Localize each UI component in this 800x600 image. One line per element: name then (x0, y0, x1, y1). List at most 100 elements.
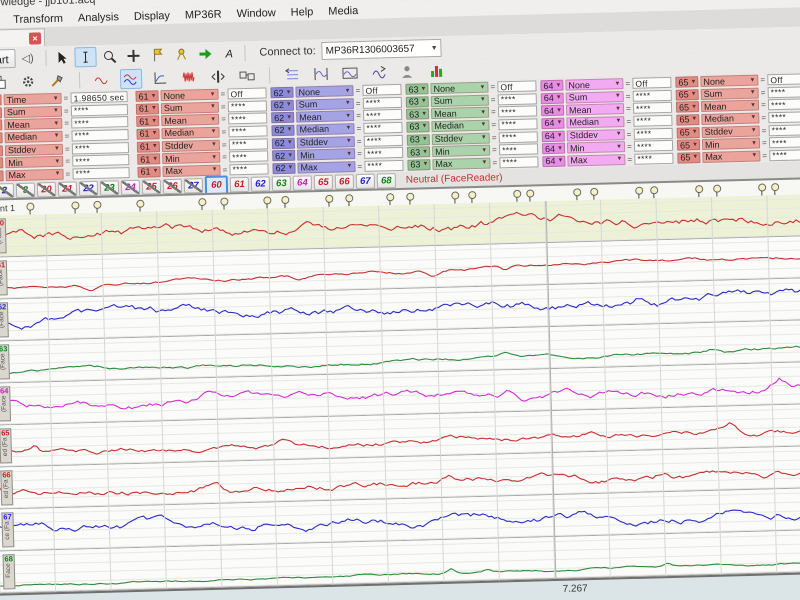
text-annotation-tool[interactable]: A (218, 43, 241, 64)
measurement-type-dropdown[interactable]: Sum▼ (566, 91, 624, 104)
device-combobox[interactable]: MP36R1306003657 ▼ (321, 39, 441, 60)
channel-select-ch61[interactable]: 61▼ (137, 166, 160, 178)
close-tab-icon[interactable]: × (29, 32, 41, 44)
channel-select-ch64[interactable]: 64▼ (541, 105, 564, 117)
channel-button-66[interactable]: 66 (335, 174, 354, 189)
measurement-type-dropdown[interactable]: Sum▼ (296, 98, 354, 111)
measurement-type-dropdown[interactable]: Max▼ (702, 150, 760, 163)
measurement-type-dropdown[interactable]: Median▼ (161, 127, 219, 140)
measurement-type-dropdown[interactable]: Sum▼ (701, 87, 759, 100)
cycle-wave-button[interactable] (368, 62, 391, 83)
channel-select-ch63[interactable]: 63▼ (407, 134, 430, 146)
channel-select-ch61[interactable]: 61▼ (136, 128, 159, 140)
measurement-type-dropdown[interactable]: Median▼ (431, 120, 489, 133)
channel-select-ch61[interactable]: 61▼ (135, 90, 158, 102)
channel-select-ch63[interactable]: 63▼ (407, 146, 430, 158)
channel-tab-63[interactable]: 63(Face (0, 344, 10, 379)
measurement-type-dropdown[interactable]: Max▼ (297, 161, 355, 174)
measurement-type-dropdown[interactable]: Stddev▼ (432, 132, 490, 145)
channel-tab-65[interactable]: 65ed (Fa (0, 428, 12, 463)
channel-button-67[interactable]: 67 (356, 173, 375, 188)
measurement-type-dropdown[interactable]: Sum▼ (431, 94, 489, 107)
channel-button-64[interactable]: 64 (293, 175, 312, 190)
measurement-type-dropdown[interactable]: Min▼ (162, 152, 220, 165)
ibeam-selection-tool[interactable] (74, 47, 97, 68)
channel-select-ch63[interactable]: 63▼ (406, 121, 429, 133)
channel-select-ch65[interactable]: 65▼ (677, 152, 700, 164)
channel-select-ch62[interactable]: 62▼ (271, 99, 294, 111)
channel-select-ch63[interactable]: 63▼ (407, 159, 430, 171)
measurement-type-dropdown[interactable]: Stddev▼ (567, 129, 625, 142)
channel-button-22-hidden[interactable]: 22 (79, 180, 98, 195)
compressed-waves-button[interactable] (178, 67, 201, 88)
measurement-type-dropdown[interactable]: Mean▼ (701, 100, 759, 113)
channel-button-63[interactable]: 63 (272, 175, 291, 190)
measurement-type-dropdown[interactable]: Median▼ (4, 131, 62, 144)
channel-select-ch65[interactable]: 65▼ (677, 139, 700, 151)
channel-select-ch65[interactable]: 65▼ (677, 127, 700, 139)
measurement-type-dropdown[interactable]: Median▼ (296, 123, 354, 136)
measurement-type-dropdown[interactable]: None▼ (160, 89, 218, 102)
measurement-type-dropdown[interactable]: None▼ (700, 75, 758, 88)
measurement-type-dropdown[interactable]: Mean▼ (566, 103, 624, 116)
select-arrow-tool[interactable] (50, 47, 73, 68)
tile-plots-button[interactable] (236, 66, 259, 87)
measurement-type-dropdown[interactable]: Mean▼ (161, 114, 219, 127)
statistics-button[interactable] (426, 61, 449, 82)
menu-analysis[interactable]: Analysis (78, 11, 119, 24)
channel-select-ch63[interactable]: 63▼ (406, 108, 429, 120)
overlap-waves-button[interactable] (120, 69, 143, 90)
measurement-type-dropdown[interactable]: Min▼ (297, 148, 355, 161)
channel-select-ch65[interactable]: 65▼ (676, 89, 699, 101)
channel-select-ch64[interactable]: 64▼ (541, 118, 564, 130)
measurement-type-dropdown[interactable]: Stddev▼ (297, 136, 355, 149)
tools-button[interactable] (46, 71, 69, 92)
measurement-type-dropdown[interactable]: None▼ (430, 82, 488, 95)
channel-tab-67[interactable]: 67ce (Fa (1, 512, 14, 547)
journal-button[interactable] (397, 61, 420, 82)
measurement-type-dropdown[interactable]: Time▼ (3, 93, 61, 106)
channel-select-ch64[interactable]: 64▼ (541, 92, 564, 104)
channel-select-ch64[interactable]: 64▼ (542, 156, 565, 168)
start-acquisition-button[interactable]: Start (0, 49, 16, 70)
channel-select-ch62[interactable]: 62▼ (272, 137, 295, 149)
measurement-type-dropdown[interactable]: Max▼ (432, 158, 490, 171)
channel-tab-62[interactable]: 62(Face (0, 302, 9, 337)
channel-button-61[interactable]: 61 (230, 176, 249, 191)
channel-tab-68[interactable]: 68Face (3, 554, 16, 589)
menu-transform[interactable]: Transform (13, 12, 63, 25)
measurement-type-dropdown[interactable]: Max▼ (567, 154, 625, 167)
menu-mp36r[interactable]: MP36R (185, 8, 222, 21)
channel-select-ch62[interactable]: 62▼ (270, 87, 293, 99)
measurement-type-dropdown[interactable]: Median▼ (566, 116, 624, 129)
zoom-magnifier-tool[interactable] (98, 46, 121, 67)
channel-button-3-hidden[interactable]: 3 (16, 182, 35, 197)
measurement-type-dropdown[interactable]: Max▼ (5, 169, 63, 182)
channel-select-ch65[interactable]: 65▼ (676, 101, 699, 113)
fit-waveform-button[interactable] (339, 63, 362, 84)
channel-button-26-hidden[interactable]: 26 (163, 178, 182, 193)
measurement-type-dropdown[interactable]: Stddev▼ (702, 125, 760, 138)
play-arrow-tool[interactable] (194, 44, 217, 65)
channel-tab-66[interactable]: 66ed (Fa (0, 470, 13, 505)
channel-select-ch60[interactable]: 60▼ (0, 158, 3, 170)
channel-button-65[interactable]: 65 (314, 174, 333, 189)
pin-event-tool[interactable] (170, 44, 193, 65)
measurement-type-dropdown[interactable]: Median▼ (701, 113, 759, 126)
channel-select-ch65[interactable]: 65▼ (676, 114, 699, 126)
measurement-type-dropdown[interactable]: None▼ (295, 85, 353, 98)
channel-tab-64[interactable]: 64(Face (0, 386, 11, 421)
preferences-button[interactable] (17, 71, 40, 92)
measurement-type-dropdown[interactable]: Min▼ (567, 141, 625, 154)
channel-select-ch61[interactable]: 61▼ (137, 141, 160, 153)
channel-button-25-hidden[interactable]: 25 (142, 179, 161, 194)
channel-select-ch61[interactable]: 61▼ (136, 116, 159, 128)
channel-select-ch62[interactable]: 62▼ (271, 112, 294, 124)
autoscale-waveforms-button[interactable] (310, 64, 333, 85)
measurement-type-dropdown[interactable]: Mean▼ (4, 118, 62, 131)
menu-help[interactable]: Help (291, 6, 314, 19)
measurement-type-dropdown[interactable]: Min▼ (702, 138, 760, 151)
channel-select-ch64[interactable]: 64▼ (542, 130, 565, 142)
channel-button-68[interactable]: 68 (377, 173, 396, 188)
measurement-type-dropdown[interactable]: None▼ (565, 78, 623, 91)
